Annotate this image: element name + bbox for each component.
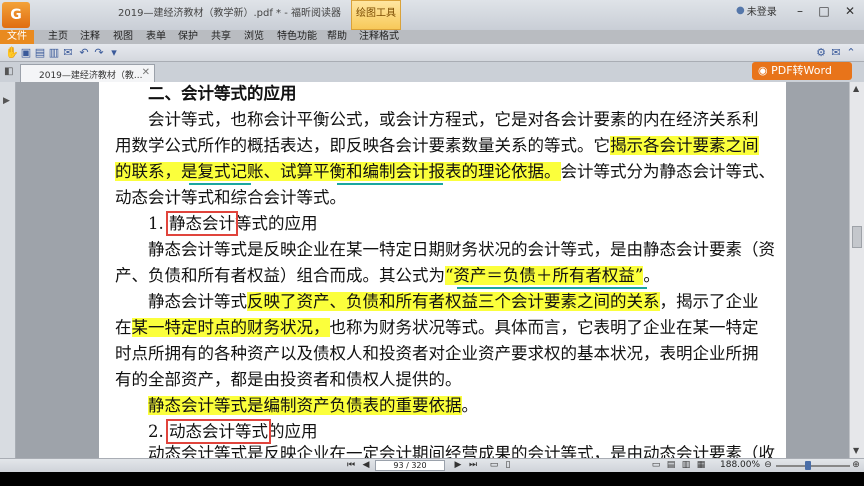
email-icon[interactable]: ✉ (62, 47, 74, 59)
highlight-annotation[interactable]: 静态会计等式是编制资产负债表的重要依据 (148, 396, 462, 415)
settings-icon[interactable]: ⚙ (815, 47, 827, 59)
highlight-annotation[interactable]: 反映了资产、负债和所有者权益三个会计要素之间的关系 (247, 292, 660, 311)
document-tab-label: 2019—建经济教材（教... (39, 71, 143, 81)
continuous-page-icon[interactable]: ▤ (665, 460, 677, 471)
box-annotation[interactable]: 静态会计 (166, 211, 238, 236)
sidebar-expand-icon[interactable]: ▶ (3, 96, 10, 106)
zoom-slider-track[interactable] (776, 465, 850, 467)
hand-tool-icon[interactable]: ✋ (5, 47, 19, 59)
page-number-input[interactable]: 93 / 320 (375, 460, 445, 471)
highlight-annotation[interactable]: “资产＝负债＋所有者权益” (445, 266, 644, 285)
text-line: 静态会计等式是反映企业在某一特定日期财务状况的会计等式，是由静态会计要素（资 (148, 240, 775, 259)
menu-comment[interactable]: 注释 (80, 30, 100, 44)
text-line: 的联系，是复式记账、试算平衡和编制会计报表的理论依据。会计等式分为静态会计等式、 (115, 162, 775, 181)
app-logo-icon[interactable]: G (2, 2, 30, 28)
menu-view[interactable]: 视图 (113, 30, 133, 44)
pdf-page: 二、会计等式的应用 会计等式，也称会计平衡公式，或会计方程式，它是对各会计要素的… (99, 82, 786, 458)
pdf-to-word-button[interactable]: ◉ PDF转Word (752, 62, 852, 80)
zoom-out-icon[interactable]: ⊖ (762, 460, 774, 471)
navigation-sidebar[interactable]: ▶ (0, 82, 16, 458)
box-annotation[interactable]: 动态会计等式 (166, 419, 271, 444)
minimize-button[interactable]: – (788, 2, 812, 20)
subheading-line: 2. 动态会计等式的应用 (148, 419, 318, 444)
prev-page-icon[interactable]: ◀ (360, 460, 372, 471)
pdf-to-word-label: PDF转Word (771, 64, 832, 77)
scrollbar-thumb[interactable] (852, 226, 862, 248)
quick-toolbar: ✋ ▣ ▤ ▥ ✉ ↶ ↷ ▾ ⚙ ✉ ⌃ (0, 44, 864, 62)
two-page-icon[interactable]: ▥ (680, 460, 692, 471)
convert-icon: ◉ (758, 64, 768, 77)
user-icon: ● (736, 5, 745, 16)
text-line: 有的全部资产，都是由投资者和债权人提供的。 (115, 370, 462, 389)
document-viewport[interactable]: 二、会计等式的应用 会计等式，也称会计平衡公式，或会计方程式，它是对各会计要素的… (16, 82, 849, 458)
highlight-annotation[interactable]: 某一特定时点的财务状况， (131, 318, 330, 337)
tab-menu-icon[interactable]: ◧ (4, 66, 13, 77)
underline-annotation[interactable] (189, 183, 251, 185)
text-line: 在某一特定时点的财务状况，也称为财务状况等式。具体而言，它表明了企业在某一特定 (115, 318, 759, 337)
scroll-up-icon[interactable]: ▲ (853, 84, 859, 93)
menu-browse[interactable]: 浏览 (244, 30, 264, 44)
underline-annotation[interactable] (457, 287, 647, 289)
undo-icon[interactable]: ↶ (78, 47, 90, 59)
login-label: 未登录 (746, 7, 777, 18)
text-line: 产、负债和所有者权益）组合而成。其公式为“资产＝负债＋所有者权益”。 (115, 266, 660, 285)
section-heading: 二、会计等式的应用 (148, 84, 297, 103)
subheading-line: 1. 静态会计等式的应用 (148, 211, 318, 236)
text-line: 时点所拥有的各种资产以及债权人和投资者对企业资产要求权的基本状况，表明企业所拥 (115, 344, 759, 363)
single-page-icon[interactable]: ▭ (650, 460, 662, 471)
menu-share[interactable]: 共享 (211, 30, 231, 44)
menu-form[interactable]: 表单 (146, 30, 166, 44)
menu-home[interactable]: 主页 (48, 30, 68, 44)
fit-width-icon[interactable]: ▯ (502, 460, 514, 471)
title-bar: G 2019—建经济教材（教学新）.pdf * - 福昕阅读器 绘图工具 ● 未… (0, 0, 864, 30)
text-line: 静态会计等式反映了资产、负债和所有者权益三个会计要素之间的关系，揭示了企业 (148, 292, 759, 311)
customize-icon[interactable]: ▾ (108, 47, 120, 59)
menu-features[interactable]: 特色功能 (277, 30, 317, 44)
text-line: 用数学公式所作的概括表达，即反映各会计要素数量关系的等式。它揭示各会计要素之间 (115, 136, 759, 155)
first-page-icon[interactable]: ⏮ (345, 460, 357, 471)
menu-file[interactable]: 文件 (0, 30, 34, 44)
screen-bottom-edge (0, 472, 864, 486)
chevron-up-icon[interactable]: ⌃ (845, 47, 857, 59)
zoom-in-icon[interactable]: ⊕ (850, 460, 862, 471)
tab-document[interactable]: 2019—建经济教材（教... ✕ (20, 64, 155, 82)
menu-help[interactable]: 帮助 (327, 30, 347, 44)
foxit-reader-window: G 2019—建经济教材（教学新）.pdf * - 福昕阅读器 绘图工具 ● 未… (0, 0, 864, 486)
open-icon[interactable]: ▣ (20, 47, 32, 59)
zoom-slider-knob[interactable] (804, 461, 811, 470)
text-line: 静态会计等式是编制资产负债表的重要依据。 (148, 396, 478, 415)
vertical-scrollbar[interactable]: ▲ ▼ (849, 82, 864, 458)
menu-protect[interactable]: 保护 (178, 30, 198, 44)
text-line: 动态会计等式是反映企业在一定会计期间经营成果的会计等式，是由动态会计要素（收 (148, 444, 775, 458)
drawing-tools-context-tab[interactable]: 绘图工具 (351, 0, 401, 30)
window-title: 2019—建经济教材（教学新）.pdf * - 福昕阅读器 (118, 8, 341, 19)
redo-icon[interactable]: ↷ (93, 47, 105, 59)
maximize-button[interactable]: □ (812, 2, 836, 20)
fit-page-icon[interactable]: ▭ (488, 460, 500, 471)
mail-icon[interactable]: ✉ (830, 47, 842, 59)
highlight-annotation[interactable]: 的联系，是复式记账、试算平衡和编制会计报表的理论依据。 (115, 162, 561, 181)
menu-comment-format[interactable]: 注释格式 (359, 30, 399, 44)
save-icon[interactable]: ▤ (34, 47, 46, 59)
zoom-level[interactable]: 188.00% (720, 460, 760, 470)
menu-bar: 文件 主页 注释 视图 表单 保护 共享 浏览 特色功能 帮助 注释格式 ⌕ (0, 30, 864, 75)
text-line: 动态会计等式和综合会计等式。 (115, 188, 346, 207)
last-page-icon[interactable]: ⏭ (467, 460, 479, 471)
document-tab-strip: ◧ 2019—建经济教材（教... ✕ (0, 62, 864, 82)
next-page-icon[interactable]: ▶ (452, 460, 464, 471)
two-page-continuous-icon[interactable]: ▦ (695, 460, 707, 471)
highlight-annotation[interactable]: 揭示各会计要素之间 (610, 136, 759, 155)
login-button[interactable]: ● 未登录 (736, 3, 777, 18)
status-bar: ⏮ ◀ 93 / 320 ▶ ⏭ ▭ ▯ ▭ ▤ ▥ ▦ 188.00% ⊖ ⊕ (0, 458, 864, 472)
scroll-down-icon[interactable]: ▼ (853, 446, 859, 455)
print-icon[interactable]: ▥ (48, 47, 60, 59)
close-tab-icon[interactable]: ✕ (142, 67, 150, 78)
text-line: 会计等式，也称会计平衡公式，或会计方程式，它是对各会计要素的内在经济关系利 (148, 110, 759, 129)
close-window-button[interactable]: ✕ (838, 2, 862, 20)
underline-annotation[interactable] (337, 183, 443, 185)
